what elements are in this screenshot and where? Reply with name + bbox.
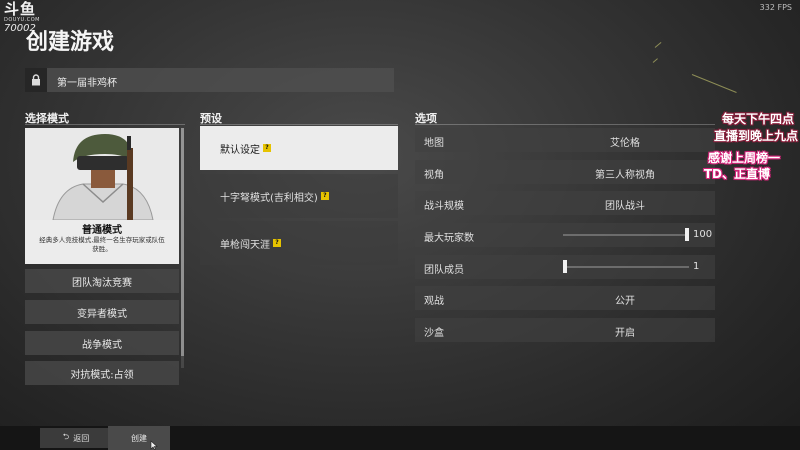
help-icon[interactable]: ? — [320, 192, 329, 200]
option-label: 沙盒 — [424, 328, 444, 339]
mode-item[interactable]: 对抗模式:占领 — [25, 361, 179, 385]
bg-streak — [691, 74, 737, 93]
option-label: 战斗规模 — [424, 201, 464, 212]
mode-item[interactable]: 战争模式 — [25, 331, 179, 355]
option-label: 最大玩家数 — [424, 233, 474, 244]
bg-streak — [654, 41, 662, 48]
option-sandbox[interactable]: 沙盒 开启 — [415, 318, 715, 342]
mode-scrollbar-thumb[interactable] — [181, 128, 184, 356]
back-button[interactable]: ⮌ 返回 — [40, 428, 112, 448]
game-name-field[interactable]: 第一届非鸡杯 — [25, 68, 394, 92]
mode-divider — [25, 124, 185, 125]
bg-streak — [652, 58, 658, 63]
option-value: 第三人称视角 — [595, 170, 655, 181]
options-divider — [415, 124, 715, 125]
preset-lone-gun[interactable]: 单枪闯天涯 ? — [200, 221, 398, 265]
slider-track[interactable] — [563, 234, 689, 236]
selected-mode-label: 普通模式 — [82, 225, 122, 236]
preset-default[interactable]: 默认设定 ? — [200, 126, 398, 170]
option-label: 视角 — [424, 170, 444, 181]
slider-value: 1 — [693, 261, 700, 272]
selected-mode-description: 经典多人竞技模式,最终一名生存玩家或队伍获胜。 — [39, 236, 165, 253]
mouse-cursor-icon — [150, 440, 158, 450]
watermark-logo: 斗鱼 — [4, 0, 37, 18]
option-max-players[interactable]: 最大玩家数 100 — [415, 223, 715, 247]
option-perspective[interactable]: 视角 第三人称视角 — [415, 160, 715, 184]
stream-thanks-line1: 感谢上周榜一 — [707, 151, 780, 165]
option-value: 公开 — [615, 296, 635, 307]
help-icon[interactable]: ? — [273, 239, 281, 247]
option-value: 艾伦格 — [610, 138, 640, 149]
page-title: 创建游戏 — [26, 30, 115, 55]
fps-counter: 332 FPS — [759, 3, 792, 12]
lock-icon[interactable] — [25, 68, 47, 92]
preset-crossbow[interactable]: 十字弩模式(吉利相交) ? — [200, 174, 398, 218]
mode-item[interactable]: 团队淘汰竞赛 — [25, 269, 179, 293]
stream-thanks-line2: TD、正直博 — [703, 167, 770, 181]
option-team-size[interactable]: 团队成员 1 — [415, 255, 715, 279]
option-label: 地图 — [424, 138, 444, 149]
preset-divider — [200, 124, 398, 125]
back-arrow-icon: ⮌ — [62, 432, 70, 441]
preset-label: 默认设定 — [220, 144, 260, 156]
stream-schedule-line2: 直播到晚上九点 — [713, 129, 798, 143]
soldier-illustration — [25, 128, 179, 220]
option-spectate[interactable]: 观战 公开 — [415, 286, 715, 310]
create-button[interactable]: 创建 — [108, 426, 170, 450]
back-label: 返回 — [73, 433, 90, 443]
slider-knob[interactable] — [563, 260, 567, 273]
option-battle-scale[interactable]: 战斗规模 团队战斗 — [415, 191, 715, 215]
option-label: 观战 — [424, 296, 444, 307]
game-name-value: 第一届非鸡杯 — [57, 78, 117, 89]
create-label: 创建 — [131, 433, 147, 443]
slider-value: 100 — [693, 229, 713, 240]
preset-label: 单枪闯天涯 — [220, 239, 270, 251]
option-value: 开启 — [615, 328, 635, 339]
help-icon[interactable]: ? — [263, 144, 271, 152]
option-label: 团队成员 — [424, 265, 464, 276]
mode-item[interactable]: 变异者模式 — [25, 300, 179, 324]
stream-schedule-line1: 每天下午四点 — [721, 112, 794, 126]
preset-label: 十字弩模式(吉利相交) — [220, 192, 318, 204]
option-value: 团队战斗 — [605, 201, 645, 212]
slider-track[interactable] — [563, 266, 689, 268]
option-map[interactable]: 地图 艾伦格 — [415, 128, 715, 152]
selected-mode-card[interactable]: 普通模式 经典多人竞技模式,最终一名生存玩家或队伍获胜。 — [25, 128, 179, 264]
slider-knob[interactable] — [685, 228, 689, 241]
